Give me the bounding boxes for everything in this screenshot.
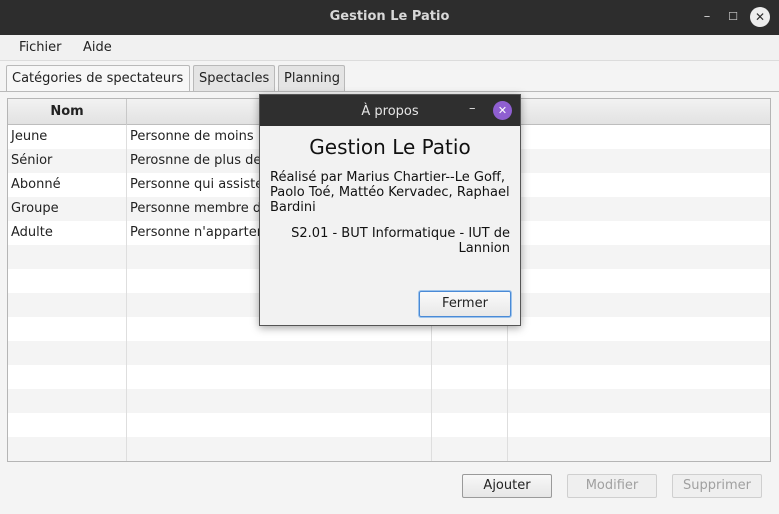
empty-row [8,389,770,413]
maximize-icon[interactable]: ☐ [723,7,743,27]
dialog-course: S2.01 - BUT Informatique - IUT de Lannio… [291,226,510,256]
empty-row [8,437,770,461]
minimize-icon[interactable]: – [697,7,717,27]
dialog-title: À propos [361,104,419,119]
dialog-close-icon[interactable]: ✕ [493,101,512,120]
delete-button[interactable]: Supprimer [672,474,762,498]
dialog-titlebar: À propos – ✕ [260,95,520,126]
menu-aide[interactable]: Aide [83,40,112,55]
column-header-nom[interactable]: Nom [8,99,127,125]
dialog-heading: Gestion Le Patio [309,135,471,159]
cell-nom: Sénior [8,149,127,173]
add-button[interactable]: Ajouter [462,474,552,498]
close-dialog-button[interactable]: Fermer [419,291,511,317]
empty-row [8,413,770,437]
tab-bar: Catégories de spectateurs Spectacles Pla… [0,61,779,93]
menubar: Fichier Aide [0,35,779,61]
cell-nom: Groupe [8,197,127,221]
close-icon[interactable]: ✕ [750,7,770,27]
window-titlebar: Gestion Le Patio – ☐ ✕ [0,0,779,35]
tab-categories[interactable]: Catégories de spectateurs [6,65,190,93]
column-header-4[interactable] [508,99,770,125]
dialog-authors: Réalisé par Marius Chartier--Le Goff, Pa… [270,170,510,215]
tab-spectacles[interactable]: Spectacles [193,65,275,92]
cell-nom: Abonné [8,173,127,197]
menu-fichier[interactable]: Fichier [19,40,62,55]
empty-row [8,341,770,365]
dialog-minimize-icon[interactable]: – [469,101,476,116]
cell-nom: Jeune [8,125,127,149]
cell-nom: Adulte [8,221,127,245]
empty-row [8,365,770,389]
window-title: Gestion Le Patio [329,9,450,24]
tab-planning[interactable]: Planning [278,65,345,92]
edit-button[interactable]: Modifier [567,474,657,498]
about-dialog: À propos – ✕ Gestion Le Patio Réalisé pa… [259,94,521,326]
